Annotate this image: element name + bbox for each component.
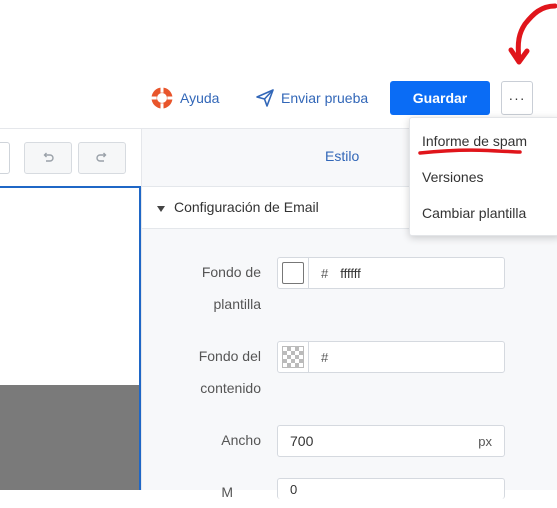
hash-label: #: [321, 349, 329, 365]
annotation-underline: [418, 148, 522, 155]
lifebuoy-icon: [151, 87, 173, 109]
next-field-value[interactable]: 0: [290, 482, 504, 497]
template-bg-label-line1: Fondo de: [201, 264, 261, 280]
section-title: Configuración de Email: [174, 199, 319, 215]
next-field-label: M: [221, 484, 233, 500]
undo-icon: [43, 152, 54, 162]
width-unit: px: [478, 433, 492, 449]
menu-item-change-template[interactable]: Cambiar plantilla: [422, 205, 526, 221]
paper-plane-icon: [256, 89, 274, 107]
help-label: Ayuda: [180, 90, 220, 106]
transparent-swatch-icon: [282, 346, 304, 368]
more-options-button[interactable]: ···: [501, 81, 533, 115]
annotation-arrow-icon: [508, 3, 557, 65]
width-value[interactable]: 700: [290, 433, 478, 449]
redo-icon: [96, 152, 107, 162]
send-test-link[interactable]: Enviar prueba: [255, 86, 368, 110]
save-button[interactable]: Guardar: [390, 81, 490, 115]
template-bg-label-line2: plantilla: [213, 296, 261, 312]
undo-button[interactable]: [24, 142, 72, 174]
send-test-label: Enviar prueba: [281, 90, 369, 106]
width-field[interactable]: 700 px: [277, 425, 505, 457]
width-label: Ancho: [221, 432, 261, 448]
template-bg-swatch[interactable]: [278, 258, 309, 288]
color-swatch-icon: [282, 262, 304, 284]
canvas-gray-block[interactable]: [0, 385, 139, 490]
help-link[interactable]: Ayuda: [150, 86, 219, 110]
toolbar-input[interactable]: [0, 142, 10, 174]
caret-down-icon: [157, 206, 165, 212]
template-bg-value[interactable]: ffffff: [340, 266, 361, 281]
content-bg-field[interactable]: #: [277, 341, 505, 373]
selected-block-border-top: [0, 186, 141, 188]
menu-item-versions[interactable]: Versiones: [422, 169, 483, 185]
next-field[interactable]: 0: [277, 478, 505, 499]
content-bg-label-line2: contenido: [200, 380, 261, 396]
template-bg-field[interactable]: # ffffff: [277, 257, 505, 289]
hash-label: #: [321, 265, 329, 281]
tab-style[interactable]: Estilo: [325, 148, 359, 168]
content-bg-label-line1: Fondo del: [198, 348, 261, 364]
more-options-menu: Informe de spam Versiones Cambiar planti…: [409, 117, 557, 236]
content-bg-swatch[interactable]: [278, 342, 309, 372]
redo-button[interactable]: [78, 142, 126, 174]
